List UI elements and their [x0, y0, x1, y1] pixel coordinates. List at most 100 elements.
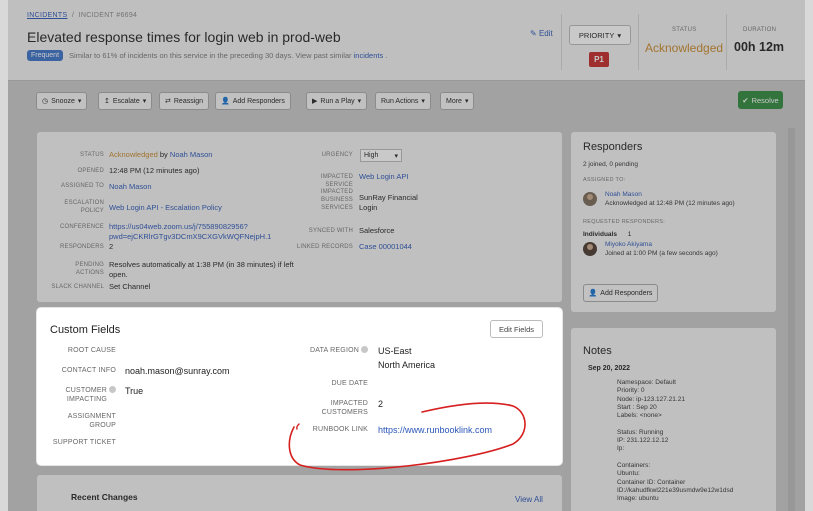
escalate-button[interactable]: ↥ Escalate ▾ — [98, 92, 153, 110]
data-region-label: DATA REGION — [287, 346, 368, 355]
caret-down-icon: ▾ — [421, 98, 425, 105]
resolve-label: Resolve — [751, 95, 779, 105]
impacted-customers-value: 2 — [378, 399, 384, 409]
impacted-bs-line2: BUSINESS — [321, 197, 353, 203]
play-icon: ▶ — [312, 98, 318, 105]
urgency-select[interactable]: High ▾ — [360, 149, 402, 162]
reassign-button[interactable]: ⇄ Reassign — [159, 92, 210, 110]
note-line: Ubuntu: — [617, 470, 640, 478]
due-date-label: DUE DATE — [331, 380, 368, 387]
assigned-user-link[interactable]: Noah Mason — [109, 182, 152, 192]
note-line: Namespace: Default — [617, 379, 676, 386]
page-title: Elevated response times for login web in… — [27, 29, 341, 45]
note-line: Containers: — [617, 461, 651, 469]
conference-link-line2: pwd=ejCKRlrGTgv3DCmX9CXGVkWQFNejpH.1 — [109, 232, 272, 241]
frequent-tail: . — [385, 51, 388, 60]
set-channel-link[interactable]: Set Channel — [109, 282, 150, 292]
run-play-button[interactable]: ▶ Run a Play ▾ — [306, 92, 368, 110]
data-region-label-text: DATA REGION — [309, 347, 359, 354]
frequent-notice: Frequent Similar to 61% of incidents on … — [27, 50, 387, 61]
incident-page: INCIDENTS / INCIDENT #6694 Elevated resp… — [8, 0, 805, 511]
root-cause-label: ROOT CAUSE — [67, 347, 116, 354]
pending-actions-line1: Resolves automatically at 1:38 PM (in 38… — [109, 260, 294, 269]
responders-count-value: 2 — [109, 242, 114, 251]
duration-value: 00h 12m — [734, 40, 785, 54]
synced-with-label: SYNCED WITH — [308, 228, 353, 234]
info-icon — [109, 386, 116, 393]
requested-responder-detail: Joined at 1:00 PM (a few seconds ago) — [605, 250, 718, 257]
conference-link[interactable]: https://us04web.zoom.us/j/75589082956? p… — [109, 222, 271, 242]
run-actions-button[interactable]: Run Actions ▾ — [375, 92, 431, 110]
resolve-button[interactable]: ✔ Resolve — [738, 91, 783, 109]
caret-down-icon: ▾ — [464, 98, 469, 105]
impacted-customers-label-line1: IMPACTED — [330, 400, 368, 407]
recent-changes-card: Recent Changes View All — [37, 475, 562, 511]
requested-responder-link[interactable]: Miyoko Akiyama — [605, 241, 652, 248]
clock-icon: ◷ — [42, 98, 49, 105]
note-line: Image: ubuntu — [617, 495, 659, 503]
snooze-button[interactable]: ◷ Snooze ▾ — [36, 92, 88, 110]
note-line: Container ID: Container — [617, 478, 686, 486]
add-user-icon: 👤 — [588, 290, 598, 297]
runbook-link[interactable]: https://www.runbooklink.com — [378, 425, 492, 436]
breadcrumb-incidents-link[interactable]: INCIDENTS — [27, 12, 67, 19]
customer-impacting-label: CUSTOMER IMPACTING — [49, 386, 116, 404]
add-responders-card-label: Add Responders — [600, 289, 653, 297]
divider — [561, 14, 562, 70]
impacted-business-services-value: SunRay Financial Login — [359, 193, 418, 213]
edit-fields-button[interactable]: Edit Fields — [490, 320, 543, 338]
impacted-bs-value1: SunRay Financial — [359, 193, 418, 202]
status-label: STATUS — [672, 27, 697, 33]
individuals-label: Individuals — [583, 231, 617, 238]
run-actions-label: Run Actions — [381, 97, 419, 105]
edit-title-link[interactable]: ✎ Edit — [530, 29, 553, 38]
custom-fields-title: Custom Fields — [50, 324, 121, 336]
more-button[interactable]: More ▾ — [440, 92, 475, 110]
opened-label: OPENED — [77, 168, 104, 174]
status-user-link[interactable]: Noah Mason — [170, 150, 213, 159]
recent-changes-title: Recent Changes — [71, 492, 138, 502]
responders-title: Responders — [583, 141, 643, 153]
assigned-to-label: ASSIGNED TO: — [583, 177, 626, 183]
pencil-icon: ✎ — [530, 29, 537, 38]
view-all-link[interactable]: View All — [515, 495, 543, 504]
pending-actions-line2: open. — [109, 270, 128, 279]
add-responders-card-button[interactable]: 👤 Add Responders — [583, 284, 658, 302]
impacted-customers-label: IMPACTED CUSTOMERS — [287, 399, 368, 417]
impacted-service-link[interactable]: Web Login API — [359, 172, 408, 182]
individuals-count: 1 — [627, 231, 632, 238]
contact-info-label: CONTACT INFO — [61, 367, 116, 374]
escalation-label: ESCALATION POLICY — [48, 199, 104, 215]
caret-down-icon: ▾ — [142, 98, 147, 105]
snooze-label: Snooze — [51, 97, 75, 105]
frequent-text: Similar to 61% of incidents on this serv… — [69, 51, 352, 60]
notes-title: Notes — [583, 345, 612, 357]
arrow-up-icon: ↥ — [104, 98, 110, 105]
data-region-value-line1: US-East — [378, 346, 412, 356]
similar-incidents-link[interactable]: incidents — [354, 51, 384, 60]
customer-impacting-label-line2: IMPACTING — [66, 396, 107, 403]
divider — [638, 14, 639, 70]
note-line — [617, 454, 777, 462]
reassign-icon: ⇄ — [165, 98, 171, 105]
note-line — [617, 420, 777, 428]
escalation-policy-link[interactable]: Web Login API - Escalation Policy — [109, 203, 222, 213]
breadcrumb: INCIDENTS / INCIDENT #6694 — [27, 12, 138, 19]
escalation-label-line2: POLICY — [80, 208, 104, 214]
responders-count-label: RESPONDERS — [59, 244, 104, 250]
add-responders-button[interactable]: 👤 Add Responders — [215, 92, 291, 110]
synced-with-value: Salesforce — [359, 226, 395, 235]
note-line: Status: Running — [617, 428, 664, 436]
incident-header: INCIDENTS / INCIDENT #6694 Elevated resp… — [8, 0, 805, 80]
priority-dropdown[interactable]: PRIORITY ▾ — [569, 25, 631, 45]
responders-card: Responders 2 joined, 0 pending ASSIGNED … — [571, 132, 776, 312]
caret-down-icon: ▾ — [77, 98, 82, 105]
scrollbar[interactable] — [788, 128, 795, 511]
status-field-label: STATUS — [80, 152, 104, 158]
assigned-responder-link[interactable]: Noah Mason — [605, 191, 642, 198]
opened-value: 12:48 PM (12 minutes ago) — [109, 166, 200, 175]
add-responders-label: Add Responders — [232, 97, 285, 105]
linked-record-link[interactable]: Case 00001044 — [359, 242, 412, 252]
assignment-group-label: ASSIGNMENT GROUP — [49, 412, 116, 430]
linked-records-label: LINKED RECORDS — [296, 244, 353, 250]
